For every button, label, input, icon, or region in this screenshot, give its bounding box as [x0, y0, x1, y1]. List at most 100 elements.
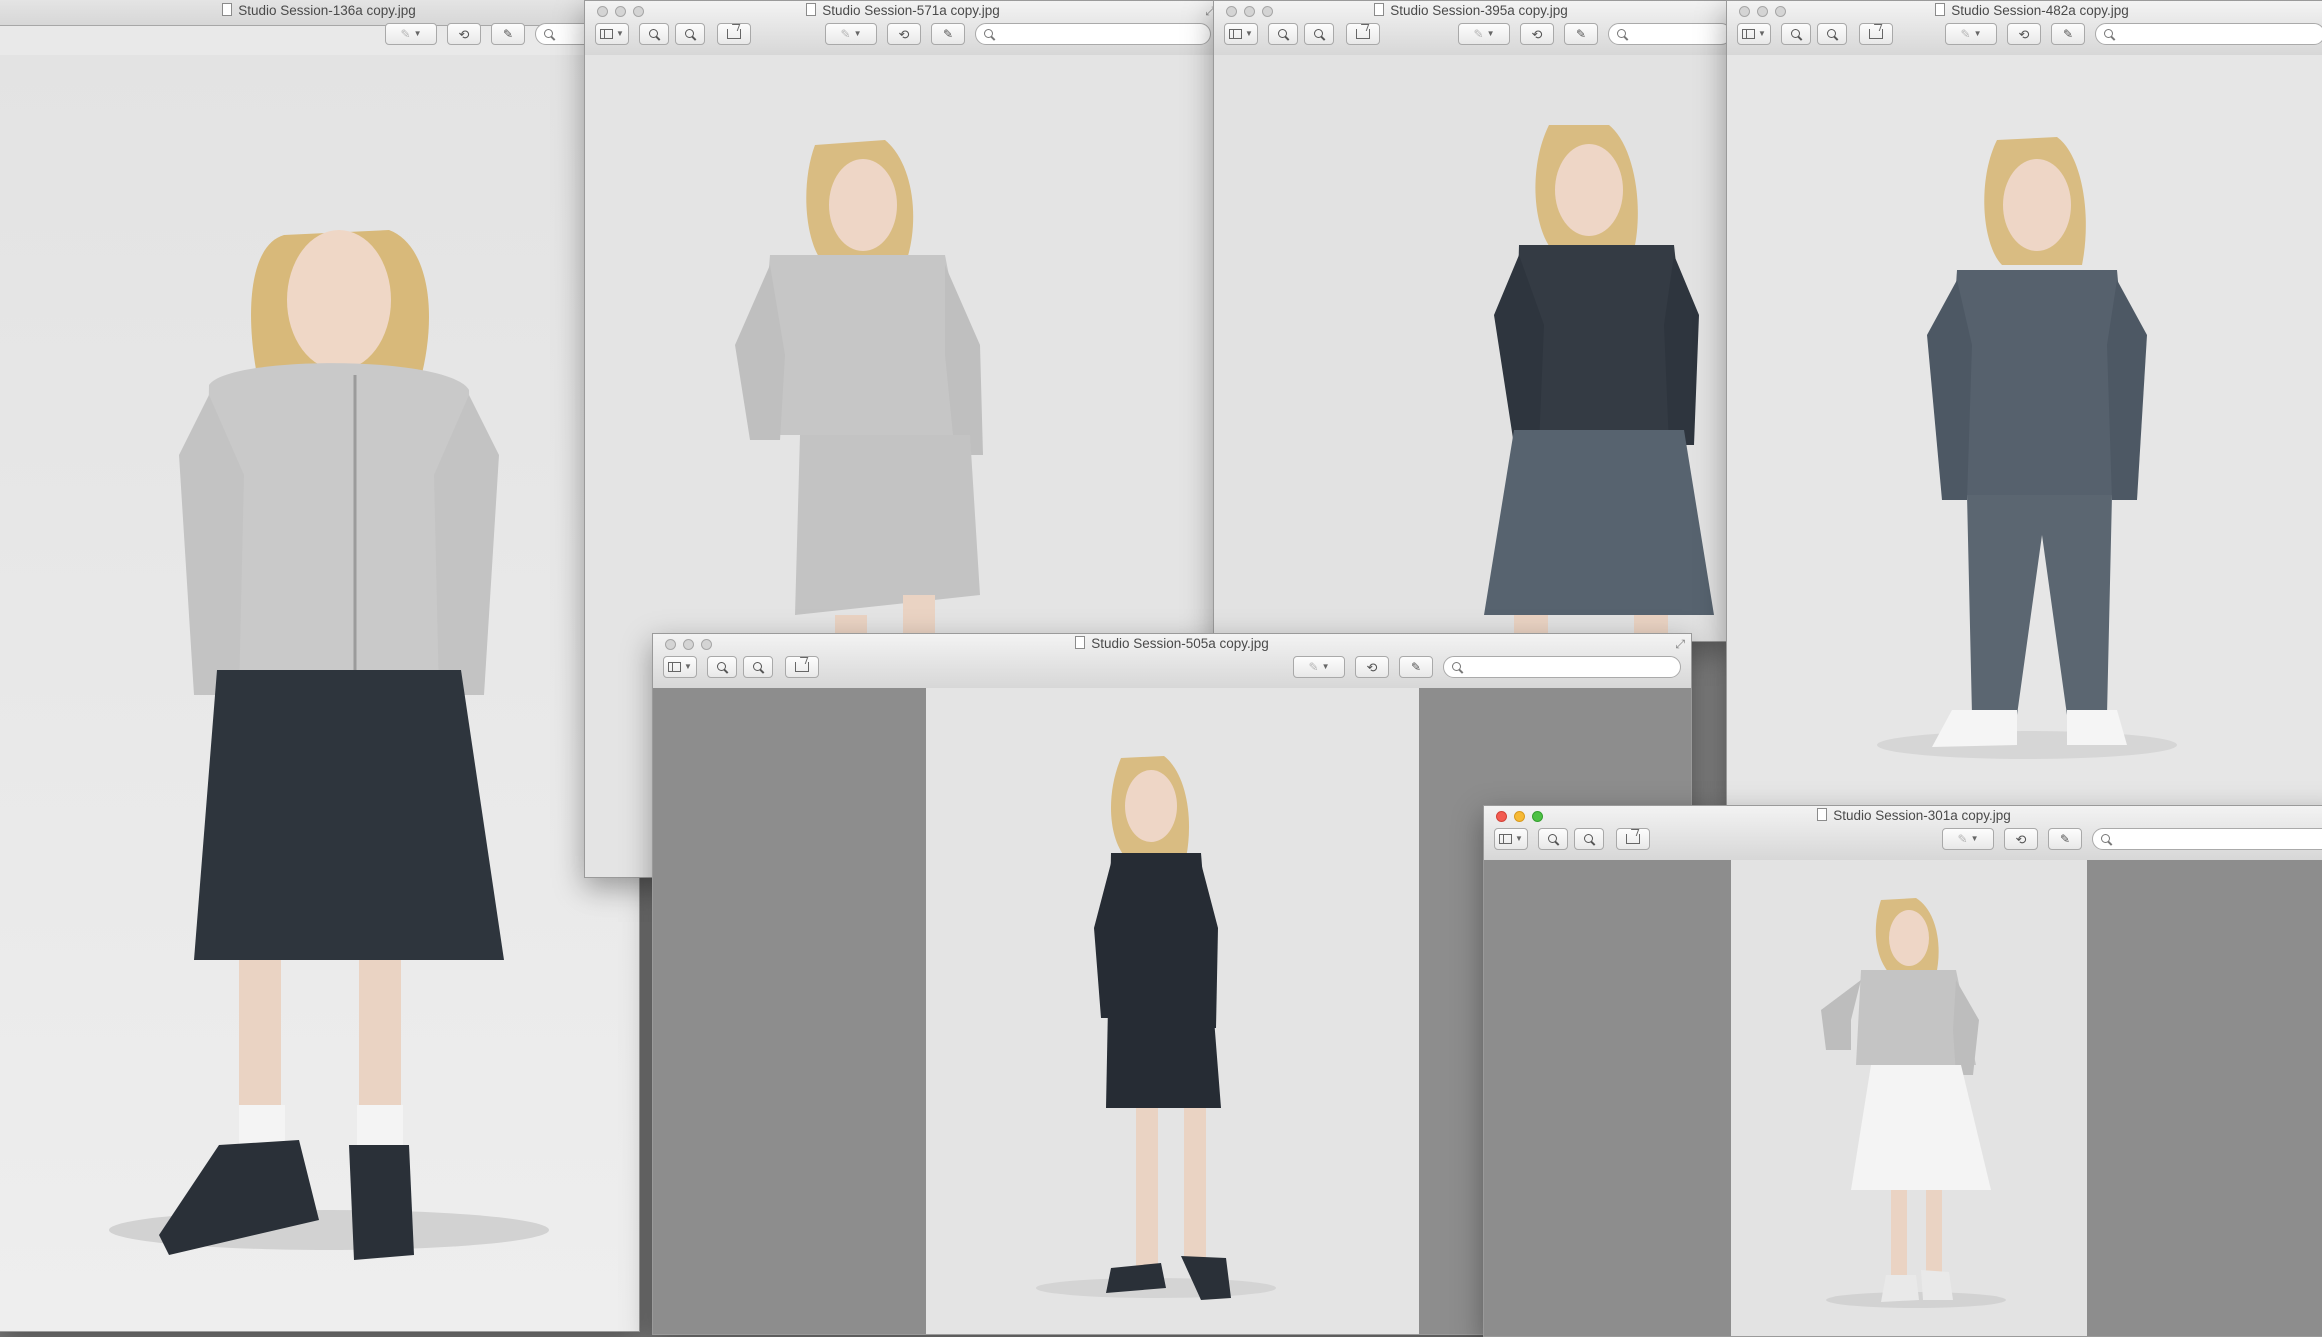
zoom-in-icon	[684, 28, 696, 40]
fullscreen-icon[interactable]: ⤢	[1675, 637, 1685, 652]
window-titlebar[interactable]: Studio Session-482a copy.jpg ▼ ✎ ▼ ⟲ ✎	[1727, 1, 2322, 56]
edit-button[interactable]: ✎	[2051, 23, 2085, 45]
chevron-down-icon: ▼	[853, 29, 862, 38]
window-titlebar[interactable]: Studio Session-136a copy.jpg ✎ ▼ ⟲ ✎	[0, 0, 639, 45]
annotate-button[interactable]: ✎ ▼	[1942, 828, 1994, 850]
window-titlebar[interactable]: Studio Session-571a copy.jpg ⤢ ▼ ✎ ▼ ⟲ ✎	[585, 1, 1221, 56]
image-view[interactable]	[1484, 860, 2322, 1336]
edit-button[interactable]: ✎	[491, 23, 525, 45]
chevron-down-icon: ▼	[1973, 29, 1982, 38]
zoom-out-icon	[716, 661, 728, 673]
preview-window-301a[interactable]: Studio Session-301a copy.jpg ▼ ✎ ▼ ⟲ ✎	[1483, 805, 2322, 1337]
document-icon	[1075, 636, 1086, 649]
search-field[interactable]	[2092, 828, 2322, 850]
rotate-button[interactable]: ⟲	[1520, 23, 1554, 45]
zoom-out-button[interactable]	[707, 656, 737, 678]
share-button[interactable]	[1616, 828, 1650, 850]
photo-395a	[1214, 55, 1728, 641]
pencil-icon: ✎	[1308, 660, 1319, 674]
window-title: Studio Session-136a copy.jpg	[0, 1, 639, 21]
document-icon	[1817, 808, 1828, 821]
sidebar-button[interactable]: ▼	[1494, 828, 1528, 850]
rotate-button[interactable]: ⟲	[2007, 23, 2041, 45]
search-icon	[1617, 28, 1628, 40]
window-titlebar[interactable]: Studio Session-505a copy.jpg ⤢ ▼ ✎ ▼ ⟲ ✎	[653, 634, 1691, 689]
window-titlebar[interactable]: Studio Session-395a copy.jpg ▼ ✎ ▼ ⟲ ✎	[1214, 1, 1728, 56]
annotate-button[interactable]: ✎ ▼	[1458, 23, 1510, 45]
window-toolbar: ▼ ✎ ▼ ⟲ ✎	[1214, 23, 1728, 53]
window-title: Studio Session-482a copy.jpg	[1727, 1, 2322, 21]
pencil-icon: ✎	[840, 27, 851, 41]
preview-window-482a[interactable]: Studio Session-482a copy.jpg ▼ ✎ ▼ ⟲ ✎	[1726, 0, 2322, 808]
sidebar-button[interactable]: ▼	[1737, 23, 1771, 45]
search-field[interactable]	[2095, 23, 2322, 45]
rotate-button[interactable]: ⟲	[1355, 656, 1389, 678]
document-icon	[806, 3, 817, 16]
pencil-icon: ✎	[400, 27, 411, 41]
edit-icon: ✎	[1410, 660, 1422, 674]
zoom-in-button[interactable]	[1817, 23, 1847, 45]
zoom-in-icon	[752, 661, 764, 673]
sidebar-button[interactable]: ▼	[1224, 23, 1258, 45]
photo-301a	[1731, 860, 2087, 1336]
zoom-in-button[interactable]	[1304, 23, 1334, 45]
annotate-button[interactable]: ✎ ▼	[1293, 656, 1345, 678]
edit-button[interactable]: ✎	[2048, 828, 2082, 850]
document-icon	[1935, 3, 1946, 16]
window-toolbar: ▼ ✎ ▼ ⟲ ✎	[1727, 23, 2322, 53]
rotate-button[interactable]: ⟲	[2004, 828, 2038, 850]
zoom-in-button[interactable]	[1574, 828, 1604, 850]
sidebar-button[interactable]: ▼	[663, 656, 697, 678]
preview-window-136a[interactable]: Studio Session-136a copy.jpg ✎ ▼ ⟲ ✎	[0, 0, 640, 1332]
image-view[interactable]	[1214, 55, 1728, 641]
window-toolbar: ✎ ▼ ⟲ ✎	[0, 23, 639, 53]
edit-button[interactable]: ✎	[1564, 23, 1598, 45]
annotate-button[interactable]: ✎ ▼	[825, 23, 877, 45]
share-icon	[795, 662, 809, 672]
search-field[interactable]	[975, 23, 1211, 45]
image-view[interactable]	[0, 55, 639, 1331]
document-icon	[1374, 3, 1385, 16]
annotate-button[interactable]: ✎ ▼	[1945, 23, 1997, 45]
preview-window-395a[interactable]: Studio Session-395a copy.jpg ▼ ✎ ▼ ⟲ ✎	[1213, 0, 1729, 642]
zoom-out-button[interactable]	[1268, 23, 1298, 45]
share-icon	[1356, 29, 1370, 39]
model-photo-illustration	[0, 55, 639, 1331]
share-button[interactable]	[1346, 23, 1380, 45]
share-icon	[1626, 834, 1640, 844]
rotate-icon: ⟲	[1531, 26, 1543, 42]
zoom-in-button[interactable]	[743, 656, 773, 678]
share-button[interactable]	[717, 23, 751, 45]
zoom-out-button[interactable]	[1538, 828, 1568, 850]
search-field[interactable]	[1608, 23, 1728, 45]
sidebar-button[interactable]: ▼	[595, 23, 629, 45]
window-title: Studio Session-571a copy.jpg	[585, 1, 1221, 21]
zoom-in-icon	[1583, 833, 1595, 845]
rotate-button[interactable]: ⟲	[887, 23, 921, 45]
zoom-out-icon	[1790, 28, 1802, 40]
model-photo-illustration	[926, 688, 1419, 1334]
image-view[interactable]	[1727, 55, 2322, 807]
chevron-down-icon: ▼	[684, 662, 692, 671]
annotate-button[interactable]: ✎ ▼	[385, 23, 437, 45]
search-field[interactable]	[1443, 656, 1681, 678]
photo-136a	[0, 55, 639, 1331]
zoom-out-button[interactable]	[1781, 23, 1811, 45]
edit-button[interactable]: ✎	[931, 23, 965, 45]
zoom-in-icon	[1313, 28, 1325, 40]
window-titlebar[interactable]: Studio Session-301a copy.jpg ▼ ✎ ▼ ⟲ ✎	[1484, 806, 2322, 861]
pencil-icon: ✎	[1960, 27, 1971, 41]
window-toolbar: ▼ ✎ ▼ ⟲ ✎	[1484, 828, 2322, 858]
zoom-out-button[interactable]	[639, 23, 669, 45]
edit-icon: ✎	[1575, 27, 1587, 41]
pencil-icon: ✎	[1957, 832, 1968, 846]
rotate-button[interactable]: ⟲	[447, 23, 481, 45]
edit-button[interactable]: ✎	[1399, 656, 1433, 678]
edit-icon: ✎	[942, 27, 954, 41]
share-button[interactable]	[785, 656, 819, 678]
window-toolbar: ▼ ✎ ▼ ⟲ ✎	[653, 656, 1691, 686]
search-icon	[1452, 661, 1463, 673]
share-button[interactable]	[1859, 23, 1893, 45]
desktop: { "windows": { "w136": { "title": "Studi…	[0, 0, 2322, 1337]
zoom-in-button[interactable]	[675, 23, 705, 45]
